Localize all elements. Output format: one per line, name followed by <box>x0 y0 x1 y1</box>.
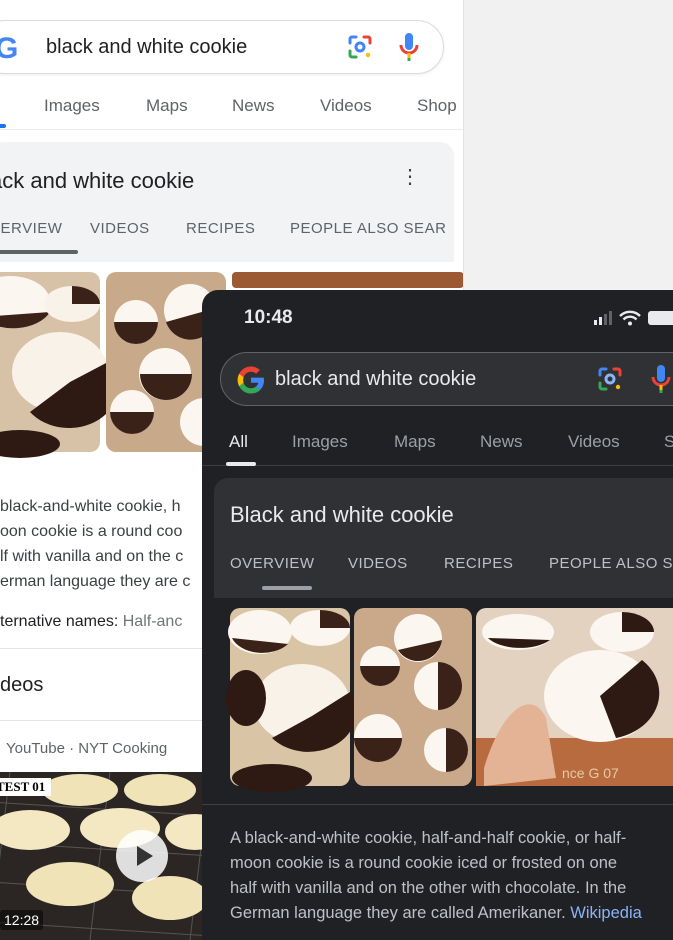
lens-icon[interactable] <box>597 366 623 392</box>
search-tabs: Images Maps News Videos Shop <box>0 86 463 130</box>
desc-line: erman language they are c <box>0 573 191 590</box>
lens-icon[interactable] <box>347 34 373 60</box>
tab-all[interactable]: All <box>229 432 248 452</box>
subtab-videos[interactable]: VIDEOS <box>90 220 150 237</box>
subtab-people-also-search[interactable]: PEOPLE ALSO SE <box>549 555 673 572</box>
desc-line: A black-and-white cookie, half-and-half … <box>230 829 627 847</box>
knowledge-panel-header: Black and white cookie ⋮ OVERVIEW VIDEOS… <box>214 478 673 598</box>
wikipedia-link[interactable]: Wikipedia <box>570 904 642 922</box>
subtab-indicator <box>0 250 78 254</box>
subtab-people-also-search[interactable]: PEOPLE ALSO SEAR <box>290 220 446 237</box>
tab-news[interactable]: News <box>480 432 523 452</box>
mic-icon[interactable] <box>399 32 419 62</box>
tab-videos[interactable]: Videos <box>320 96 372 116</box>
tab-shopping[interactable]: S <box>664 432 673 452</box>
signal-icon <box>594 311 612 325</box>
video-badge: TEST 01 <box>0 778 52 796</box>
desc-line: half with vanilla and on the other with … <box>230 879 627 897</box>
videos-heading: deos <box>0 674 44 696</box>
desc-line: black-and-white cookie, h <box>0 498 181 515</box>
video-source: YouTube · NYT Cooking <box>6 740 168 757</box>
search-bar[interactable]: G black and white cookie <box>0 20 444 74</box>
cookie-photos[interactable]: nce G 07 <box>202 598 673 804</box>
subtab-overview[interactable]: VERVIEW <box>0 220 62 237</box>
desc-line: German language they are called Amerikan… <box>230 904 571 922</box>
battery-icon <box>648 311 673 325</box>
tab-images[interactable]: Images <box>44 96 100 116</box>
tab-maps[interactable]: Maps <box>146 96 188 116</box>
dark-mode-phone: 10:48 black and white cookie All Images … <box>202 290 673 940</box>
subtab-recipes[interactable]: RECIPES <box>444 555 513 572</box>
google-g-icon[interactable]: G <box>0 32 18 66</box>
tab-news[interactable]: News <box>232 96 275 116</box>
image-carousel: nce G 07 <box>202 598 673 804</box>
tab-shopping[interactable]: Shop <box>417 96 457 116</box>
video-duration: 12:28 <box>0 910 44 930</box>
tab-all-indicator <box>226 462 256 466</box>
divider <box>202 804 673 805</box>
knowledge-panel-header: ack and white cookie ⋮ VERVIEW VIDEOS RE… <box>0 142 454 262</box>
description-text: black-and-white cookie, h oon cookie is … <box>0 494 190 594</box>
mic-icon[interactable] <box>651 364 671 394</box>
desc-line: oon cookie is a round coo <box>0 523 183 540</box>
tab-videos[interactable]: Videos <box>568 432 620 452</box>
tab-maps[interactable]: Maps <box>394 432 436 452</box>
status-icons <box>594 310 673 326</box>
search-tabs: All Images Maps News Videos S <box>202 422 673 466</box>
panel-title: ack and white cookie <box>0 168 195 193</box>
search-query[interactable]: black and white cookie <box>46 36 247 59</box>
search-bar[interactable]: black and white cookie <box>220 352 673 406</box>
tab-all-indicator <box>0 124 6 128</box>
tray-text: nce G 07 <box>562 765 619 781</box>
status-time: 10:48 <box>244 307 293 328</box>
description-text: A black-and-white cookie, half-and-half … <box>230 826 642 926</box>
subtab-overview[interactable]: OVERVIEW <box>230 555 315 572</box>
search-query[interactable]: black and white cookie <box>275 368 476 391</box>
alt-names-value: Half-anc <box>122 613 183 630</box>
desc-line: moon cookie is a round cookie iced or fr… <box>230 854 618 872</box>
play-icon[interactable] <box>116 830 168 882</box>
panel-title: Black and white cookie <box>230 502 454 527</box>
alt-names-label: ternative names: <box>0 613 119 630</box>
subtab-indicator <box>262 586 312 590</box>
more-vert-icon[interactable]: ⋮ <box>400 164 420 189</box>
subtab-videos[interactable]: VIDEOS <box>348 555 408 572</box>
tab-images[interactable]: Images <box>292 432 348 452</box>
subtab-recipes[interactable]: RECIPES <box>186 220 255 237</box>
desc-line: lf with vanilla and on the c <box>0 548 184 565</box>
alternative-names: ternative names: Half-anc <box>0 613 182 631</box>
screenshot-composite: G black and white cookie Images Maps New… <box>0 0 673 940</box>
wifi-icon <box>619 310 641 326</box>
